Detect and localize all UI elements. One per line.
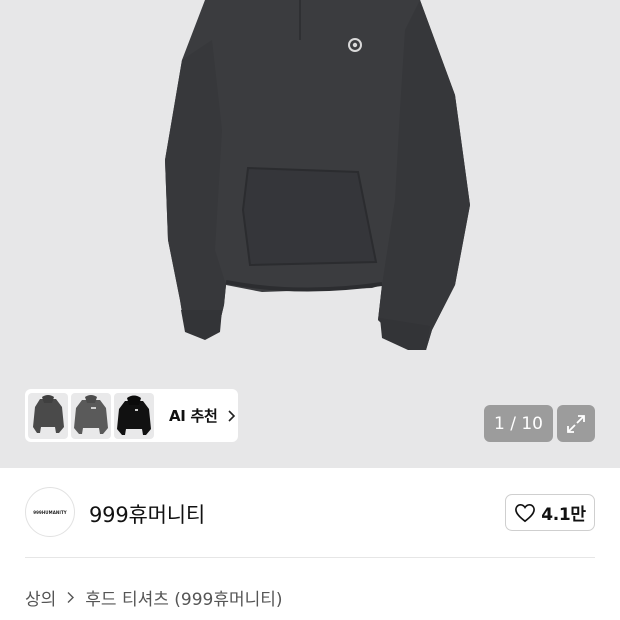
breadcrumb-subcategory[interactable]: 후드 티셔츠 (999휴머니티): [85, 585, 282, 610]
breadcrumb: 상의 후드 티셔츠 (999휴머니티): [25, 585, 283, 610]
product-gallery[interactable]: AI 추천 1 / 10: [0, 0, 620, 468]
like-button[interactable]: 4.1만: [505, 494, 595, 531]
ai-recommend-panel[interactable]: AI 추천: [25, 389, 238, 442]
brand-row: 999HUMANITY 999휴머니티 4.1만: [0, 486, 620, 540]
black-hoodie-thumb[interactable]: [114, 392, 154, 439]
like-count: 4.1만: [541, 505, 586, 525]
brand-name[interactable]: 999휴머니티: [89, 499, 205, 529]
expand-button[interactable]: [557, 405, 595, 442]
charcoal-hoodie-thumb[interactable]: [71, 392, 111, 439]
divider: [25, 557, 595, 558]
chevron-right-icon: [67, 592, 75, 603]
expand-icon: [567, 414, 585, 433]
heart-icon: [515, 503, 536, 522]
chevron-right-icon: [227, 409, 235, 422]
ai-recommend-label[interactable]: AI 추천: [169, 405, 218, 426]
brand-logo-text: 999HUMANITY: [33, 509, 67, 515]
gray-hoodie-thumb[interactable]: [28, 392, 68, 439]
breadcrumb-category[interactable]: 상의: [25, 585, 56, 610]
image-counter: 1 / 10: [484, 405, 553, 442]
brand-logo[interactable]: 999HUMANITY: [25, 487, 75, 537]
